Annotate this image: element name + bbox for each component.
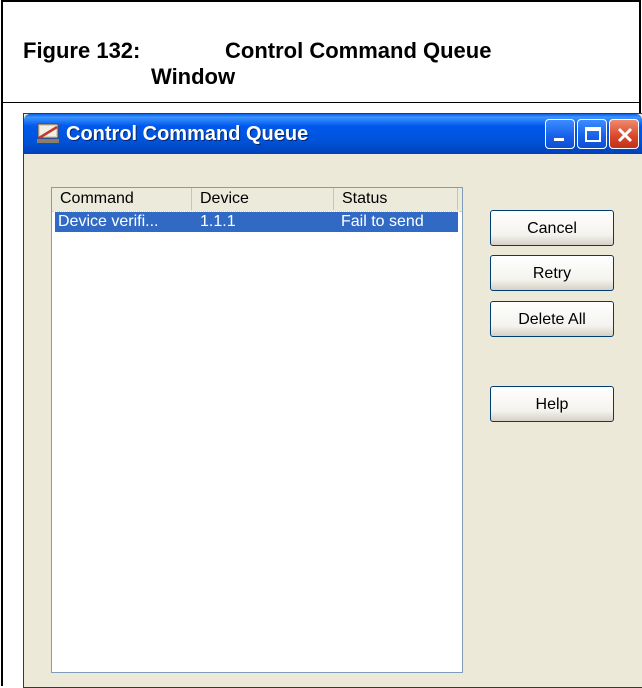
retry-button[interactable]: Retry [490, 255, 614, 291]
window-titlebar[interactable]: Control Command Queue [24, 114, 642, 154]
maximize-button[interactable] [577, 119, 607, 149]
column-header-device[interactable]: Device [192, 188, 334, 210]
help-button[interactable]: Help [490, 386, 614, 422]
column-header-status[interactable]: Status [334, 188, 458, 210]
maximize-icon [585, 127, 601, 142]
row-command-cell: Device verifi... [58, 213, 159, 230]
close-icon [617, 127, 633, 143]
minimize-button[interactable] [545, 119, 575, 149]
app-icon [37, 123, 59, 143]
list-row[interactable]: Device verifi... 1.1.1 Fail to send [54, 211, 459, 233]
control-command-queue-window: Control Command Queue Command Device Sta… [23, 113, 642, 688]
figure-title: Control Command Queue [225, 38, 492, 63]
delete-all-button[interactable]: Delete All [490, 301, 614, 337]
minimize-icon [554, 138, 564, 141]
figure-label: Figure 132: [23, 38, 141, 63]
cancel-button[interactable]: Cancel [490, 210, 614, 246]
list-header: Command Device Status [52, 188, 462, 212]
column-header-command[interactable]: Command [52, 188, 192, 210]
figure-caption: Figure 132: Control Command Queue Window [3, 2, 639, 103]
document-frame: Figure 132: Control Command Queue Window… [1, 0, 642, 688]
window-title: Control Command Queue [66, 123, 309, 145]
figure-title-continued: Window [151, 64, 236, 89]
command-queue-list[interactable]: Command Device Status Device verifi... 1… [51, 187, 463, 673]
close-button[interactable] [609, 119, 639, 149]
row-device-cell: 1.1.1 [200, 213, 236, 230]
row-status-cell: Fail to send [341, 213, 424, 230]
